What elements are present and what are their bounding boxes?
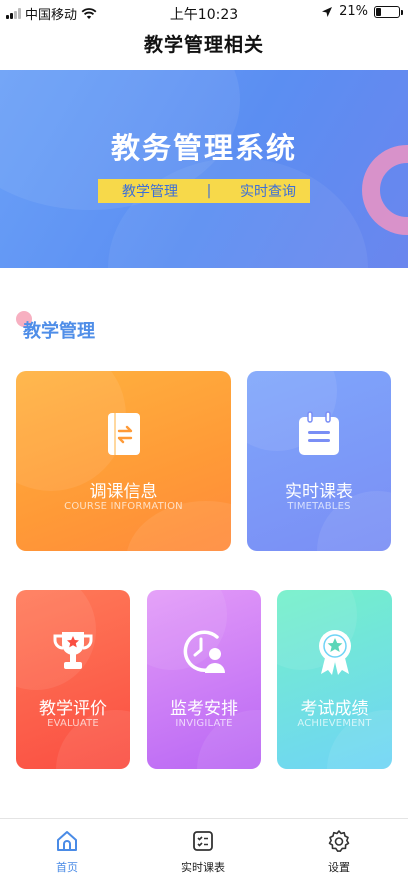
tab-label: 设置 [328, 861, 350, 874]
location-arrow-icon [322, 6, 333, 17]
card-course-information[interactable]: 调课信息 COURSE INFORMATION [16, 371, 231, 551]
card-subtitle: ACHIEVEMENT [297, 718, 372, 729]
clock-person-icon [183, 630, 225, 673]
status-bar: 中国移动 上午10:23 21% [0, 0, 408, 24]
card-subtitle: INVIGILATE [175, 718, 233, 729]
card-title: 调课信息 [89, 482, 158, 502]
card-title: 监考安排 [170, 699, 238, 719]
card-subtitle: TIMETABLES [287, 501, 351, 512]
battery-percent: 21% [339, 4, 368, 19]
checklist-icon [193, 831, 213, 851]
tab-settings[interactable]: 设置 [289, 819, 389, 879]
banner: 教务管理系统 教学管理 | 实时查询 [0, 70, 408, 268]
card-evaluate[interactable]: 教学评价 EVALUATE [16, 590, 130, 769]
page-title: 教学管理相关 [143, 34, 264, 56]
tab-bar: 首页 实时课表 设置 [0, 818, 408, 883]
battery-icon [374, 5, 403, 18]
card-title: 教学评价 [39, 699, 107, 719]
section-title: 教学管理 [23, 321, 95, 342]
gear-icon [328, 830, 350, 852]
calendar-icon [299, 411, 339, 455]
trophy-icon [53, 632, 93, 669]
card-title: 实时课表 [285, 482, 353, 502]
card-subtitle: COURSE INFORMATION [64, 501, 183, 512]
tab-label: 首页 [56, 861, 78, 874]
tab-home[interactable]: 首页 [17, 819, 117, 879]
card-achievement[interactable]: 考试成绩 ACHIEVEMENT [277, 590, 392, 769]
card-subtitle: EVALUATE [47, 718, 99, 729]
banner-tags: 教学管理 | 实时查询 [98, 179, 310, 203]
tab-timetable[interactable]: 实时课表 [153, 819, 253, 879]
card-title: 考试成绩 [300, 699, 369, 719]
banner-tag-query: 实时查询 [240, 184, 296, 200]
banner-tag-divider: | [206, 183, 212, 199]
medal-icon [318, 630, 351, 675]
card-invigilate[interactable]: 监考安排 INVIGILATE [147, 590, 261, 769]
home-icon [57, 831, 77, 851]
status-right: 21% [321, 4, 403, 19]
card-timetables[interactable]: 实时课表 TIMETABLES [247, 371, 391, 551]
tab-label: 实时课表 [181, 861, 225, 874]
battery-fill [376, 7, 381, 16]
banner-tag-teaching: 教学管理 [122, 184, 178, 200]
book-swap-icon [107, 413, 140, 455]
banner-title: 教务管理系统 [110, 131, 297, 165]
